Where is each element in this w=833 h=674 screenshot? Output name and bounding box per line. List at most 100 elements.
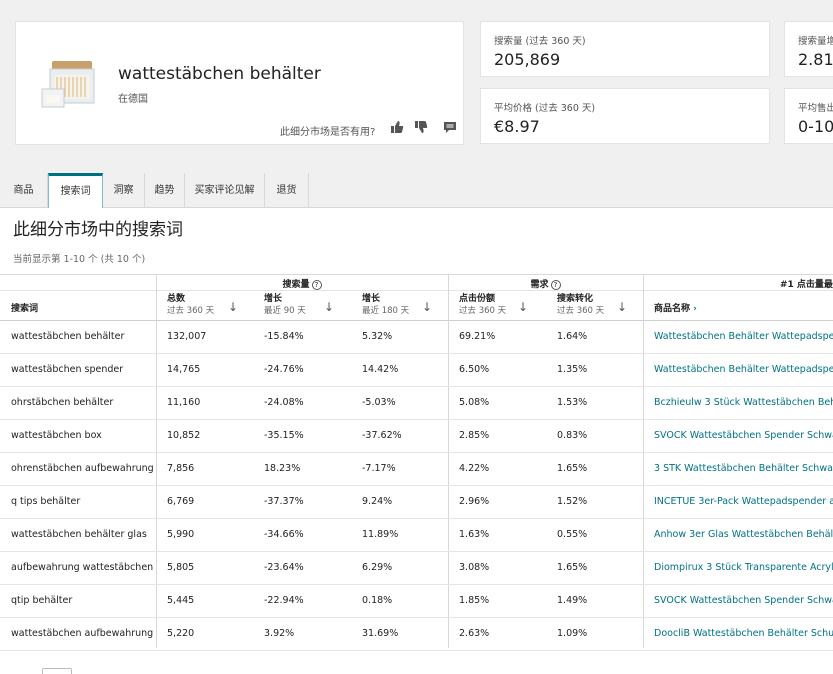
- column-growth-180[interactable]: 增长 最近 180 天: [362, 294, 409, 317]
- cell-total: 5,445: [167, 595, 195, 606]
- cell-conv: 1.35%: [557, 364, 588, 375]
- metric-value: 205,869: [494, 50, 561, 69]
- cell-g90: -35.15%: [264, 430, 304, 441]
- cell-term: wattestäbchen behälter glas: [11, 529, 147, 540]
- cell-total: 10,852: [167, 430, 201, 441]
- cell-g90: 3.92%: [264, 628, 295, 639]
- product-name-link[interactable]: SVOCK Wattestäbchen Spender Schwarz: [654, 595, 833, 606]
- feedback-question: 此细分市场是否有用?: [280, 127, 376, 138]
- product-name-link[interactable]: Wattestäbchen Behälter Wattepadspend: [654, 331, 833, 342]
- product-name-link[interactable]: SVOCK Wattestäbchen Spender Schwarz: [654, 430, 833, 441]
- cell-click: 1.85%: [459, 595, 490, 606]
- sort-arrow-icon[interactable]: ↓: [324, 300, 334, 314]
- cell-conv: 1.52%: [557, 496, 588, 507]
- tab-bar: 商品 搜索词 洞察 趋势 买家评论见解 退货: [0, 173, 833, 209]
- cell-click: 4.22%: [459, 463, 490, 474]
- table-header: 搜索词 总数 过去 360 天 ↓ 增长 最近 90 天 ↓ 增长 最近 180 天 …: [0, 291, 833, 321]
- cell-g180: 0.18%: [362, 595, 393, 606]
- cell-term: wattestäbchen behälter: [11, 331, 125, 342]
- tab-search-terms[interactable]: 搜索词: [48, 173, 103, 209]
- product-name-link[interactable]: Wattestäbchen Behälter Wattepadspend: [654, 364, 833, 375]
- cell-click: 2.96%: [459, 496, 490, 507]
- product-name-link[interactable]: 3 STK Wattestäbchen Behälter Schwarz W: [654, 463, 833, 474]
- metric-value: 0-10: [798, 117, 833, 136]
- column-growth-90[interactable]: 增长 最近 90 天: [264, 294, 306, 317]
- metric-average-sold: 平均售出 0-10: [784, 88, 833, 144]
- tab-insights[interactable]: 洞察: [103, 173, 145, 208]
- metric-search-growth: 搜索量增 2.81: [784, 21, 833, 77]
- page: wattestäbchen behälter 在德国 此细分市场是否有用? 搜索…: [0, 0, 833, 674]
- section-title: 此细分市场中的搜索词: [13, 220, 183, 240]
- cell-g180: -7.17%: [362, 463, 396, 474]
- metric-label: 平均售出: [798, 103, 833, 114]
- column-total[interactable]: 总数 过去 360 天: [167, 294, 214, 317]
- product-name-link[interactable]: Anhow 3er Glas Wattestäbchen Behälter: [654, 529, 833, 540]
- tab-returns[interactable]: 退货: [265, 173, 309, 208]
- cell-g180: 5.32%: [362, 331, 393, 342]
- cell-g180: -5.03%: [362, 397, 396, 408]
- page-size-select[interactable]: [42, 668, 72, 674]
- cell-conv: 1.64%: [557, 331, 588, 342]
- info-icon[interactable]: ?: [550, 280, 561, 290]
- cell-g90: -24.76%: [264, 364, 304, 375]
- cell-g90: -22.94%: [264, 595, 304, 606]
- tab-review-insights[interactable]: 买家评论见解: [185, 173, 265, 208]
- group-search-volume: 搜索量?: [156, 277, 448, 290]
- cell-term: wattestäbchen box: [11, 430, 102, 441]
- cell-term: qtip behälter: [11, 595, 73, 606]
- cell-g90: -37.37%: [264, 496, 304, 507]
- cell-term: wattestäbchen spender: [11, 364, 124, 375]
- cell-g180: 11.89%: [362, 529, 399, 540]
- group-top-clicked: #1 点击量最: [780, 280, 833, 290]
- info-icon[interactable]: ?: [311, 280, 322, 290]
- cell-conv: 1.49%: [557, 595, 588, 606]
- product-name-link[interactable]: DoocliB Wattestäbchen Behälter Schubla: [654, 628, 833, 639]
- tab-trends[interactable]: 趋势: [145, 173, 185, 208]
- cell-conv: 0.55%: [557, 529, 588, 540]
- cell-term: q tips behälter: [11, 496, 81, 507]
- table-row: qtip behälter 5,445 -22.94% 0.18% 1.85% 1.49%…: [0, 585, 833, 618]
- cell-term: ohrstäbchen behälter: [11, 397, 114, 408]
- column-search-term[interactable]: 搜索词: [11, 304, 38, 315]
- cell-g90: -24.08%: [264, 397, 304, 408]
- comment-icon[interactable]: [443, 120, 457, 134]
- cell-term: wattestäbchen aufbewahrung: [11, 628, 154, 639]
- sort-arrow-icon[interactable]: ↓: [617, 300, 627, 314]
- sort-arrow-icon[interactable]: ↓: [422, 300, 432, 314]
- column-click-share[interactable]: 点击份额 过去 360 天: [459, 294, 506, 317]
- sort-arrow-icon[interactable]: ↓: [228, 300, 238, 314]
- cell-click: 5.08%: [459, 397, 490, 408]
- cell-click: 3.08%: [459, 562, 490, 573]
- table-group-header: 搜索量? 需求? #1 点击量最: [0, 274, 833, 291]
- cell-total: 5,805: [167, 562, 195, 573]
- table-row: ohrenstäbchen aufbewahrung 7,856 18.23% -7.…: [0, 453, 833, 486]
- cell-click: 2.85%: [459, 430, 490, 441]
- product-name-link[interactable]: Bczhieulw 3 Stück Wattestäbchen Behält: [654, 397, 833, 408]
- cell-click: 2.63%: [459, 628, 490, 639]
- column-product-name[interactable]: 商品名称 ›: [654, 304, 697, 315]
- product-card: wattestäbchen behälter 在德国 此细分市场是否有用?: [15, 21, 464, 145]
- product-title: wattestäbchen behälter: [118, 64, 321, 84]
- cell-total: 7,856: [167, 463, 195, 474]
- table-row: wattestäbchen box 10,852 -35.15% -37.62% 2.8…: [0, 420, 833, 453]
- cell-total: 14,765: [167, 364, 201, 375]
- cell-conv: 1.53%: [557, 397, 588, 408]
- product-name-link[interactable]: INCETUE 3er-Pack Wattepadspender aus: [654, 496, 833, 507]
- thumbs-up-icon[interactable]: [390, 120, 404, 134]
- group-demand: 需求?: [448, 277, 643, 290]
- cell-g90: -23.64%: [264, 562, 304, 573]
- cell-g180: 9.24%: [362, 496, 393, 507]
- cell-g180: 31.69%: [362, 628, 399, 639]
- tab-products[interactable]: 商品: [0, 173, 48, 208]
- result-count: 当前显示第 1-10 个 (共 10 个): [13, 254, 146, 265]
- sort-arrow-icon[interactable]: ↓: [518, 300, 528, 314]
- cell-click: 6.50%: [459, 364, 490, 375]
- table-row: wattestäbchen spender 14,765 -24.76% 14.42%…: [0, 354, 833, 387]
- column-conversion[interactable]: 搜索转化 过去 360 天: [557, 294, 604, 317]
- cell-g180: 14.42%: [362, 364, 399, 375]
- cell-click: 1.63%: [459, 529, 490, 540]
- metric-search-volume: 搜索量 (过去 360 天) 205,869: [480, 21, 770, 77]
- thumbs-down-icon[interactable]: [414, 120, 428, 134]
- metric-value: 2.81: [798, 50, 833, 69]
- product-name-link[interactable]: Diompirux 3 Stück Transparente Acryl W: [654, 562, 833, 573]
